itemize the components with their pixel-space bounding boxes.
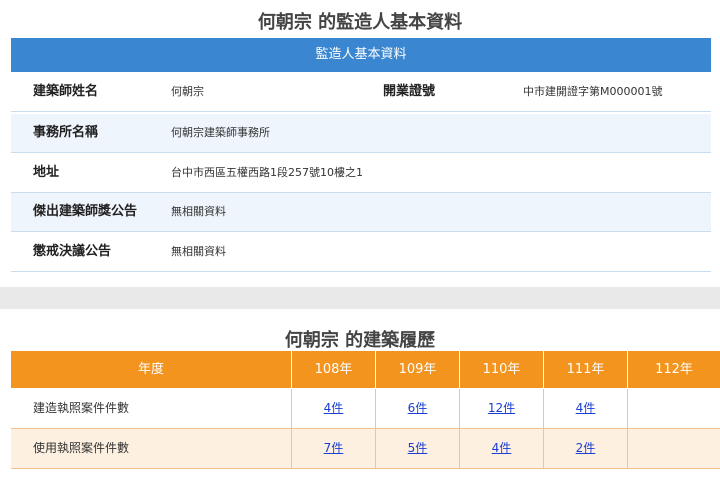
usage-112-cell [627, 429, 720, 468]
award-row: 傑出建築師獎公告 無相關資料 [11, 193, 711, 232]
address-label: 地址 [33, 165, 60, 180]
architect-name-label: 建築師姓名 [33, 84, 99, 99]
construction-permit-row: 建造執照案件件數 4件 6件 12件 4件 [11, 389, 720, 429]
address-row: 地址 台中市西區五權西路1段257號10樓之1 [11, 154, 711, 193]
firm-name-value: 何朝宗建築師事務所 [171, 126, 270, 139]
disciplinary-value: 無相關資料 [171, 245, 226, 258]
usage-110-link[interactable]: 4件 [492, 441, 512, 455]
supervisor-section-header: 監造人基本資料 [11, 38, 711, 72]
architect-name-row: 建築師姓名 何朝宗 開業證號 中市建開證字第M000001號 [11, 73, 711, 112]
history-page-title: 何朝宗 的建築履歷 [284, 330, 436, 351]
address-value: 台中市西區五權西路1段257號10樓之1 [171, 166, 363, 179]
firm-name-row: 事務所名稱 何朝宗建築師事務所 [11, 114, 711, 153]
disciplinary-label: 懲戒決議公告 [33, 244, 112, 259]
usage-108-link[interactable]: 7件 [324, 441, 344, 455]
year-109-header: 109年 [375, 351, 459, 388]
usage-permit-row: 使用執照案件件數 7件 5件 4件 2件 [11, 429, 720, 469]
disciplinary-row: 懲戒決議公告 無相關資料 [11, 233, 711, 272]
license-number-label: 開業證號 [383, 84, 436, 99]
history-table-header: 年度 108年 109年 110年 111年 112年 [11, 351, 720, 388]
year-108-header: 108年 [291, 351, 375, 388]
construction-111-link[interactable]: 4件 [576, 401, 596, 415]
license-number-value: 中市建開證字第M000001號 [523, 85, 663, 98]
year-112-header: 112年 [627, 351, 720, 388]
construction-112-cell [627, 389, 720, 428]
year-110-header: 110年 [459, 351, 543, 388]
award-value: 無相關資料 [171, 205, 226, 218]
construction-109-link[interactable]: 6件 [408, 401, 428, 415]
award-label: 傑出建築師獎公告 [33, 204, 138, 219]
firm-name-label: 事務所名稱 [33, 125, 99, 140]
section-divider [0, 287, 720, 309]
usage-permit-label: 使用執照案件件數 [33, 441, 130, 455]
supervisor-page-title: 何朝宗 的監造人基本資料 [257, 12, 463, 33]
architect-name-value: 何朝宗 [171, 85, 204, 98]
construction-108-link[interactable]: 4件 [324, 401, 344, 415]
construction-permit-label: 建造執照案件件數 [33, 401, 130, 415]
usage-109-link[interactable]: 5件 [408, 441, 428, 455]
construction-110-link[interactable]: 12件 [488, 401, 515, 415]
year-header: 年度 [137, 362, 164, 377]
year-111-header: 111年 [543, 351, 627, 388]
usage-111-link[interactable]: 2件 [576, 441, 596, 455]
